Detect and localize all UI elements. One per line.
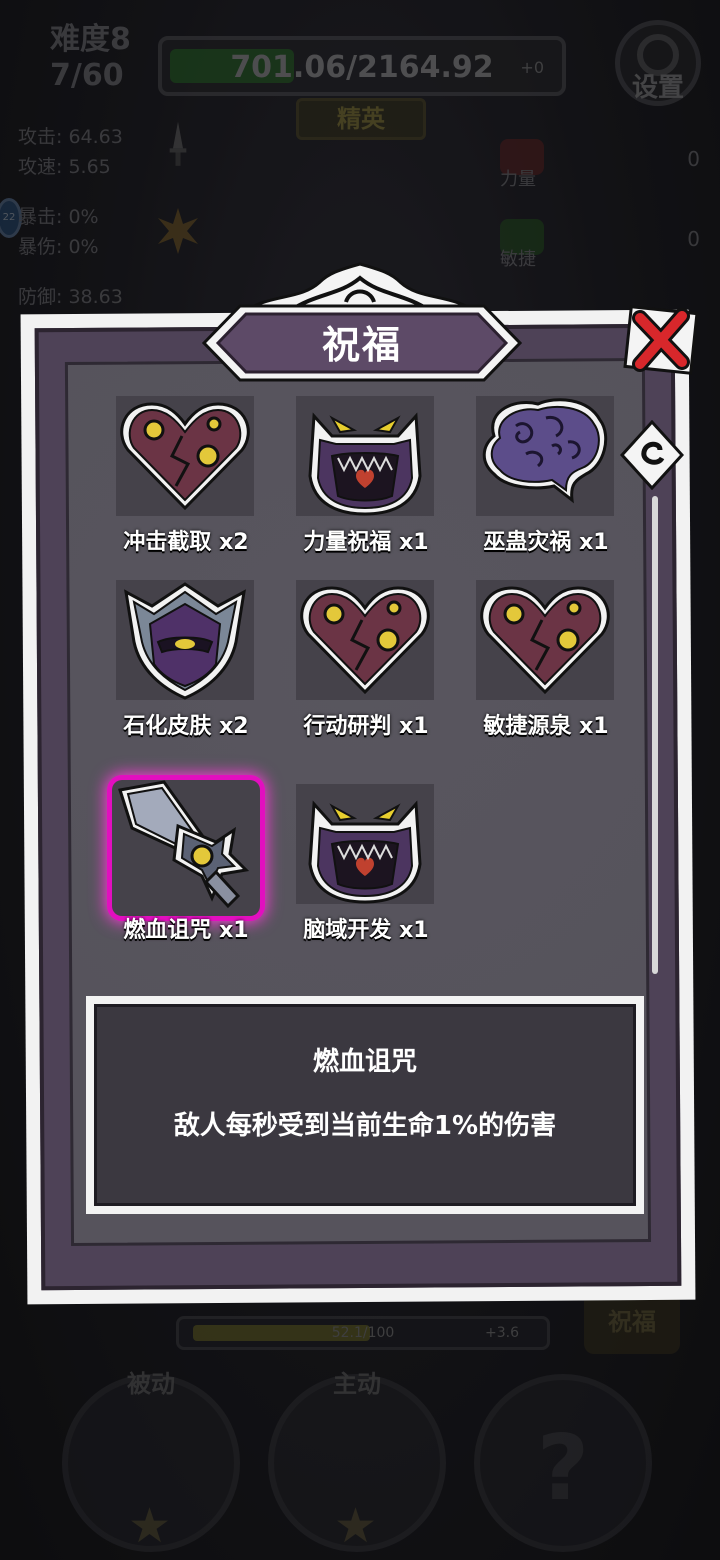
blessing-item-selected[interactable]: 燃血诅咒 x1: [112, 780, 296, 964]
blessing-item[interactable]: 行动研判 x1: [296, 580, 476, 760]
item-name: 冲击截取 x2: [123, 530, 249, 555]
blessing-item[interactable]: 冲击截取 x2: [116, 396, 296, 576]
heart-icon: [480, 586, 610, 695]
description-text: 敌人每秒受到当前生命1%的伤害: [173, 1111, 557, 1141]
item-tile: [116, 396, 254, 516]
description-inner: 燃血诅咒 敌人每秒受到当前生命1%的伤害: [94, 1004, 636, 1206]
item-name: 脑域开发 x1: [303, 918, 429, 943]
monster-icon: [308, 800, 422, 904]
item-name: 敏捷源泉 x1: [483, 714, 609, 739]
item-tile: [296, 396, 434, 516]
description-panel: 燃血诅咒 敌人每秒受到当前生命1%的伤害: [86, 996, 644, 1214]
item-tile-selected: [112, 780, 260, 916]
blessing-item[interactable]: 力量祝福 x1: [296, 396, 476, 576]
item-tile: [476, 396, 614, 516]
modal-title: 祝福: [321, 323, 402, 367]
brain-icon: [482, 398, 608, 504]
heart-icon: [300, 586, 430, 695]
blessing-item[interactable]: 石化皮肤 x2: [116, 580, 296, 760]
item-name: 巫蛊灾祸 x1: [483, 530, 609, 555]
item-tile: [296, 580, 434, 700]
item-name: 力量祝福 x1: [303, 530, 429, 555]
description-title: 燃血诅咒: [312, 1047, 417, 1077]
monster-icon: [308, 412, 422, 516]
item-name: 燃血诅咒 x1: [123, 918, 249, 943]
item-name: 石化皮肤 x2: [123, 714, 249, 739]
heart-icon: [120, 402, 250, 511]
item-tile: [296, 784, 434, 904]
helmet-shield-icon: [124, 582, 246, 700]
blessing-item[interactable]: 巫蛊灾祸 x1: [476, 396, 656, 576]
item-tile: [116, 580, 254, 700]
item-tile: [476, 580, 614, 700]
close-button[interactable]: [622, 304, 700, 376]
sword-icon: [118, 780, 250, 909]
blessing-item[interactable]: 脑域开发 x1: [296, 784, 476, 964]
blessing-item[interactable]: 敏捷源泉 x1: [476, 580, 656, 760]
item-name: 行动研判 x1: [303, 714, 429, 739]
